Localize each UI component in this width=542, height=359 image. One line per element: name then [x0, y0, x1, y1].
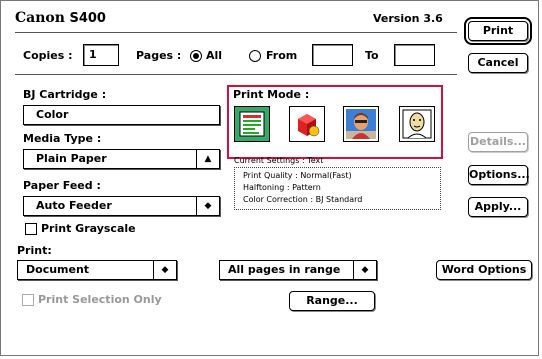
mode-graphics-button[interactable]: [289, 106, 325, 142]
popup-arrows-icon: ◆: [353, 261, 376, 279]
mode-text-button[interactable]: [234, 106, 270, 142]
apply-button[interactable]: Apply...: [468, 197, 528, 217]
color-correction-setting: Color Correction : BJ Standard: [243, 195, 363, 204]
popup-arrows-icon: ◆: [153, 261, 176, 279]
mode-photo-button[interactable]: [343, 106, 379, 142]
grayscale-label[interactable]: Print Grayscale: [41, 222, 136, 235]
paper-feed-popup[interactable]: Auto Feeder ◆: [23, 196, 220, 216]
pages-to-label: To: [365, 49, 379, 62]
photo-icon: [346, 109, 376, 139]
copies-value: 1: [89, 48, 97, 61]
printer-title: Canon S400: [15, 10, 106, 26]
printer-model: S400: [69, 11, 106, 26]
copies-field[interactable]: 1: [83, 44, 119, 66]
print-dialog: Canon S400 Version 3.6 Print Copies : 1 …: [0, 0, 539, 356]
grayscale-checkbox[interactable]: [25, 223, 37, 235]
from-page-field[interactable]: [312, 44, 353, 66]
to-page-field[interactable]: [394, 44, 435, 66]
canon-logo: Canon: [15, 10, 65, 26]
halftoning-setting: Halftoning : Pattern: [243, 183, 321, 192]
pages-from-radio[interactable]: [249, 50, 261, 62]
pages-from-label[interactable]: From: [266, 49, 297, 62]
text-document-icon: [239, 111, 265, 137]
radio-selected-dot: [193, 53, 199, 59]
cartridge-label: BJ Cartridge :: [23, 88, 107, 101]
cartridge-value: Color: [36, 108, 69, 121]
pages-all-radio[interactable]: [190, 50, 202, 62]
print-source-popup[interactable]: Document ◆: [17, 260, 177, 280]
current-settings-label: Current Settings : Text: [234, 156, 324, 165]
word-options-button[interactable]: Word Options: [436, 260, 532, 280]
print-label: Print:: [17, 244, 52, 257]
selection-only-checkbox[interactable]: [22, 294, 34, 306]
paper-feed-label: Paper Feed :: [23, 179, 101, 192]
range-button[interactable]: Range...: [289, 291, 375, 311]
selection-only-label[interactable]: Print Selection Only: [38, 293, 162, 306]
print-button[interactable]: Print: [464, 17, 532, 45]
media-type-label: Media Type :: [23, 132, 102, 145]
pages-label: Pages :: [136, 49, 182, 62]
print-range-value: All pages in range: [228, 263, 341, 276]
copies-divider: [15, 74, 457, 75]
details-button[interactable]: Details...: [468, 132, 528, 152]
print-mode-label: Print Mode :: [233, 88, 310, 101]
3d-graphics-icon: [298, 114, 320, 137]
print-quality-setting: Print Quality : Normal(Fast): [243, 171, 352, 180]
print-mode-settings: Print Quality : Normal(Fast) Halftoning …: [234, 167, 441, 210]
custom-person-icon: [402, 109, 432, 139]
popup-arrows-icon: ◆: [196, 197, 219, 215]
version-label: Version 3.6: [373, 12, 443, 25]
cartridge-popup[interactable]: Color: [23, 105, 220, 125]
popup-arrows-icon: ▲: [196, 150, 219, 168]
media-type-value: Plain Paper: [36, 152, 107, 165]
media-type-popup[interactable]: Plain Paper ▲: [23, 149, 220, 169]
options-button[interactable]: Options...: [468, 165, 530, 185]
paper-feed-value: Auto Feeder: [36, 199, 112, 212]
mode-custom-button[interactable]: [399, 106, 435, 142]
cancel-button[interactable]: Cancel: [468, 53, 528, 73]
header-divider: [15, 32, 457, 33]
copies-label: Copies :: [23, 49, 73, 62]
print-range-popup[interactable]: All pages in range ◆: [219, 260, 377, 280]
print-source-value: Document: [26, 263, 90, 276]
pages-all-label[interactable]: All: [206, 49, 222, 62]
